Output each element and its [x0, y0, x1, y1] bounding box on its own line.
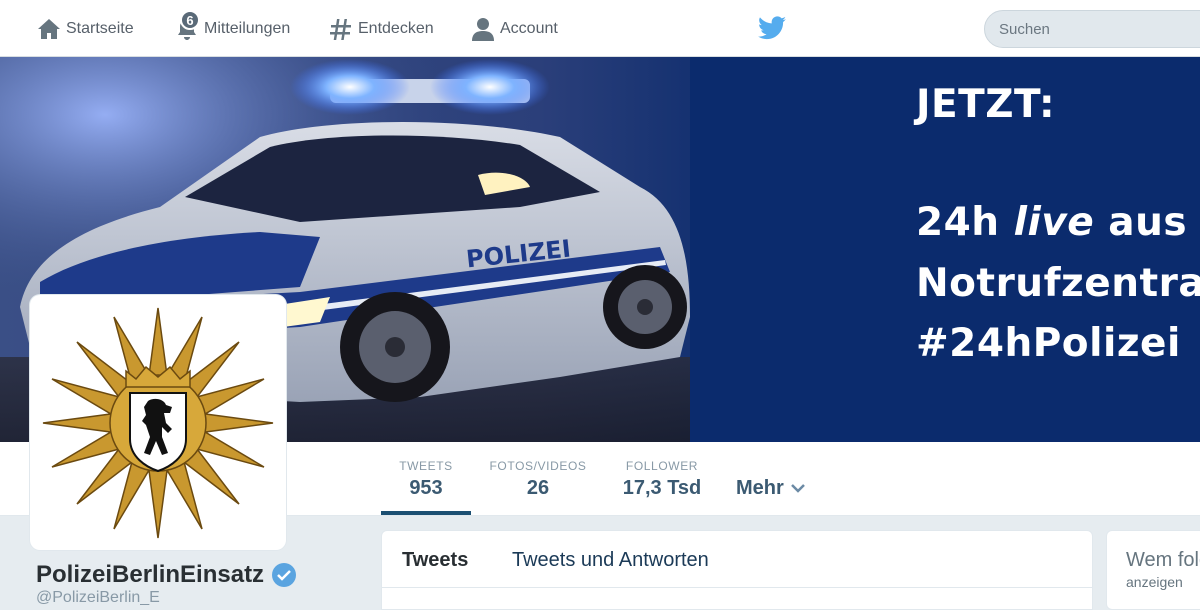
nav-notifications-label: Mitteilungen	[204, 19, 291, 37]
hashtag-icon	[328, 16, 354, 42]
nav-home-label: Startseite	[66, 19, 134, 37]
verified-badge-icon	[272, 563, 297, 587]
banner-line-2-italic: live	[1013, 200, 1095, 245]
profile-avatar[interactable]	[30, 295, 286, 550]
stat-media-label: FOTOS/VIDEOS	[489, 459, 587, 473]
nav-discover-label: Entdecken	[358, 19, 434, 37]
stat-followers-label: FOLLOWER	[625, 459, 699, 473]
who-to-follow-show-link[interactable]: anzeigen	[1126, 574, 1183, 590]
who-to-follow-panel: Wem folgen? anzeigen	[1106, 530, 1200, 610]
nav-account-label: Account	[500, 19, 558, 37]
user-icon	[470, 16, 496, 42]
nav-discover[interactable]: Entdecken	[328, 0, 434, 57]
police-star-emblem-icon	[42, 307, 274, 539]
stat-tweets-value: 953	[409, 477, 443, 499]
banner-line-2-prefix: 24h	[916, 200, 1014, 245]
stat-followers[interactable]: FOLLOWER 17,3 Tsd	[618, 459, 706, 500]
active-stat-underline	[381, 511, 471, 515]
tab-tweets-and-replies[interactable]: Tweets und Antworten	[512, 549, 709, 572]
more-label: Mehr	[736, 477, 784, 499]
tweets-panel: Tweets Tweets und Antworten	[381, 530, 1093, 610]
search-input[interactable]	[984, 10, 1200, 48]
chevron-down-icon	[791, 477, 806, 500]
banner-line-2: 24h live aus der	[916, 200, 1200, 245]
banner-line-1: JETZT:	[916, 82, 1056, 127]
panel-divider	[382, 587, 1092, 588]
profile-handle: @PolizeiBerlin_E	[36, 589, 160, 606]
stat-followers-value: 17,3 Tsd	[622, 477, 702, 499]
nav-account[interactable]: Account	[470, 0, 558, 57]
notifications-count-badge: 6	[180, 10, 200, 30]
top-navigation-bar: Startseite Mitteilungen 6 Entdecken Acco…	[0, 0, 1200, 57]
banner-line-4: #24hPolizei	[916, 321, 1181, 366]
banner-line-2-suffix: aus der	[1108, 200, 1200, 245]
stat-media[interactable]: FOTOS/VIDEOS 26	[488, 459, 588, 500]
profile-name: PolizeiBerlinEinsatz	[36, 561, 297, 589]
stat-tweets-label: TWEETS	[399, 459, 453, 473]
home-icon	[36, 16, 62, 42]
who-to-follow-title: Wem folgen?	[1126, 549, 1200, 571]
nav-home[interactable]: Startseite	[36, 0, 134, 57]
tab-tweets[interactable]: Tweets	[402, 549, 468, 572]
more-dropdown[interactable]: Mehr	[736, 477, 806, 500]
profile-name-text: PolizeiBerlinEinsatz	[36, 561, 265, 588]
stat-media-value: 26	[526, 477, 550, 499]
stat-tweets[interactable]: TWEETS 953	[398, 459, 454, 500]
twitter-bird-icon[interactable]	[758, 16, 786, 45]
banner-line-3: Notrufzentrale	[916, 261, 1200, 306]
